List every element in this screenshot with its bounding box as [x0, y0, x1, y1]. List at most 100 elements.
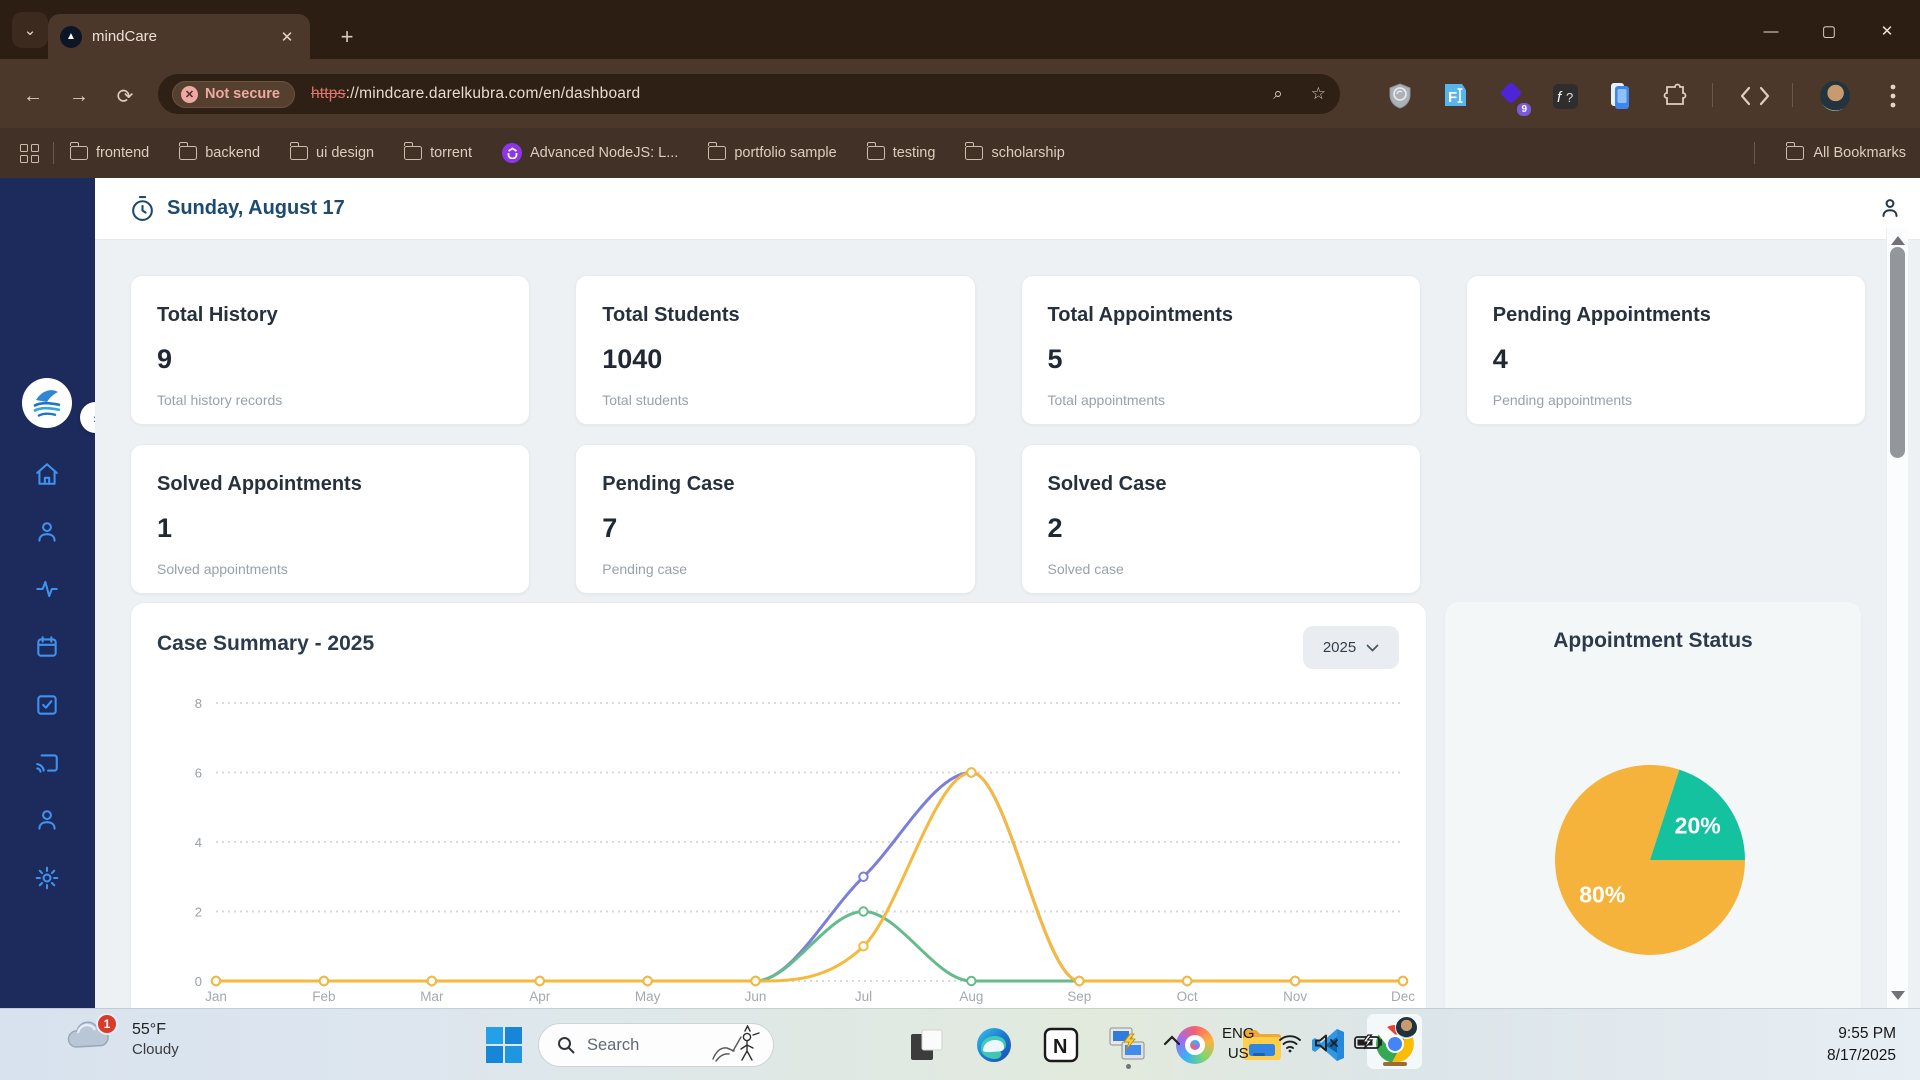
bookmark-folder-ui-design[interactable]: ui design	[290, 145, 374, 161]
windows-taskbar: 1 55°F Cloudy Search N	[0, 1008, 1920, 1080]
system-tray: ENGUS 9:55 PM 8/17/2025	[1500, 1009, 1920, 1080]
remote-desktop-icon[interactable]	[1104, 1021, 1152, 1069]
bookmark-folder-scholarship[interactable]: scholarship	[965, 145, 1064, 161]
page-scrollbar[interactable]	[1886, 228, 1908, 1008]
svg-text:8: 8	[195, 696, 202, 711]
svg-text:Jul: Jul	[855, 989, 872, 1004]
stat-card-total-students: Total Students1040Total students	[575, 275, 975, 425]
tray-date: 8/17/2025	[1827, 1045, 1896, 1067]
search-icon	[557, 1036, 575, 1054]
sidebar-item-tasks[interactable]	[28, 686, 66, 724]
profile-avatar[interactable]	[1818, 79, 1852, 113]
language-indicator[interactable]: ENGUS	[1222, 1024, 1255, 1064]
case-summary-panel: Case Summary - 2025 2025 02468JanFebMarA…	[130, 602, 1427, 1052]
dashboard-header: Sunday, August 17	[95, 178, 1920, 240]
photos-app-icon[interactable]	[903, 1021, 951, 1069]
svg-text:Oct: Oct	[1177, 989, 1198, 1004]
sidebar-item-home[interactable]	[28, 455, 66, 493]
bookmark-star-icon[interactable]: ☆	[1311, 84, 1326, 104]
scroll-down-arrow[interactable]	[1891, 991, 1905, 1000]
bookmark-advanced-nodejs[interactable]: Advanced NodeJS: L...	[502, 143, 678, 163]
bookmark-folder-testing[interactable]: testing	[867, 145, 936, 161]
scrollbar-thumb[interactable]	[1890, 247, 1905, 458]
running-indicator	[1126, 1064, 1131, 1069]
tab-title: mindCare	[92, 28, 266, 45]
scroll-up-arrow[interactable]	[1891, 236, 1905, 245]
weather-condition: Cloudy	[132, 1041, 179, 1058]
battery-charging-icon[interactable]	[1354, 1033, 1384, 1051]
edge-browser-icon[interactable]	[970, 1021, 1018, 1069]
bookmark-folder-torrent[interactable]: torrent	[404, 145, 472, 161]
browser-toolbar: ← → ⟳ ✕ Not secure https://mindcare.dare…	[0, 59, 1920, 128]
window-maximize-button[interactable]: ▢	[1806, 16, 1852, 46]
bookmark-folder-portfolio-sample[interactable]: portfolio sample	[708, 145, 836, 161]
all-bookmarks-button[interactable]: All Bookmarks	[1754, 142, 1906, 164]
stat-card-pending-case: Pending Case7Pending case	[575, 444, 975, 594]
reload-button[interactable]: ⟳	[108, 79, 142, 113]
forward-button[interactable]: →	[62, 79, 96, 113]
zoom-out-icon[interactable]: ⌕	[1273, 84, 1283, 104]
sidebar-item-screen-share[interactable]	[28, 744, 66, 782]
start-button[interactable]	[480, 1021, 528, 1069]
svg-text:Apr: Apr	[529, 989, 551, 1004]
taskbar-search-box[interactable]: Search	[538, 1023, 774, 1067]
folder-icon	[404, 146, 422, 160]
folder-icon	[70, 146, 88, 160]
mindcare-logo[interactable]	[22, 378, 72, 428]
tray-chevron-up-icon[interactable]	[1163, 1035, 1181, 1046]
svg-text:Sep: Sep	[1067, 989, 1091, 1004]
sidebar-item-calendar[interactable]	[28, 628, 66, 666]
sidebar-item-students[interactable]	[28, 513, 66, 551]
fonts-extension-icon[interactable]: F	[1438, 79, 1472, 113]
sidebar-item-profile[interactable]	[28, 801, 66, 839]
extension-badge: 9	[1517, 103, 1531, 116]
browser-menu-icon[interactable]	[1876, 79, 1910, 113]
stat-card-total-appointments: Total Appointments5Total appointments	[1021, 275, 1421, 425]
search-label: Search	[587, 1036, 697, 1055]
browser-tab-strip: ⌄ ▲ mindCare ✕ + — ▢ ✕	[0, 0, 1920, 59]
chrome-profile-badge	[1395, 1016, 1418, 1039]
sidebar-item-settings[interactable]	[28, 859, 66, 897]
f-question-extension-icon[interactable]: f?	[1548, 79, 1582, 113]
new-tab-button[interactable]: +	[332, 22, 362, 52]
svg-text:Dec: Dec	[1391, 989, 1415, 1004]
folder-icon	[708, 146, 726, 160]
svg-text:F: F	[1448, 89, 1457, 106]
weather-temp: 55°F	[132, 1021, 179, 1039]
taskbar-weather-widget[interactable]: 1 55°F Cloudy	[66, 1019, 179, 1059]
dashboard-content: Total History9Total history records Tota…	[95, 240, 1920, 1008]
weather-badge: 1	[96, 1013, 118, 1035]
browser-tab[interactable]: ▲ mindCare ✕	[48, 14, 310, 59]
taskbar-clock[interactable]: 9:55 PM 8/17/2025	[1827, 1023, 1896, 1067]
sidebar-item-activity[interactable]	[28, 570, 66, 608]
apps-grid-icon[interactable]	[20, 144, 39, 163]
volume-muted-icon[interactable]	[1314, 1033, 1340, 1053]
blue-phone-extension-icon[interactable]	[1603, 79, 1637, 113]
tab-close-icon[interactable]: ✕	[276, 26, 298, 48]
back-button[interactable]: ←	[16, 79, 50, 113]
svg-text:N: N	[1053, 1036, 1067, 1058]
address-bar[interactable]: ✕ Not secure https://mindcare.darelkubra…	[158, 74, 1340, 114]
extensions-puzzle-icon[interactable]	[1658, 79, 1692, 113]
page-date: Sunday, August 17	[167, 197, 345, 220]
not-secure-chip[interactable]: ✕ Not secure	[172, 81, 295, 108]
tab-search-button[interactable]: ⌄	[12, 12, 48, 48]
dev-code-icon[interactable]	[1738, 79, 1772, 113]
notion-app-icon[interactable]: N	[1037, 1021, 1085, 1069]
window-close-button[interactable]: ✕	[1864, 16, 1910, 46]
purple-diamond-extension-icon[interactable]: 9	[1493, 79, 1527, 113]
adblock-shield-extension-icon[interactable]	[1383, 79, 1417, 113]
header-user-icon[interactable]	[1878, 196, 1902, 220]
window-minimize-button[interactable]: —	[1748, 16, 1794, 46]
svg-text:4: 4	[195, 835, 202, 850]
stat-card-solved-case: Solved Case2Solved case	[1021, 444, 1421, 594]
site-favicon-icon: ▲	[60, 26, 82, 48]
bookmark-folder-backend[interactable]: backend	[179, 145, 260, 161]
svg-text:Mar: Mar	[420, 989, 444, 1004]
bookmark-folder-frontend[interactable]: frontend	[70, 145, 149, 161]
active-app-indicator	[1383, 1062, 1407, 1066]
folder-icon	[965, 146, 983, 160]
wifi-icon[interactable]	[1278, 1033, 1302, 1053]
svg-text:Nov: Nov	[1283, 989, 1307, 1004]
stat-card-solved-appointments: Solved Appointments1Solved appointments	[130, 444, 530, 594]
